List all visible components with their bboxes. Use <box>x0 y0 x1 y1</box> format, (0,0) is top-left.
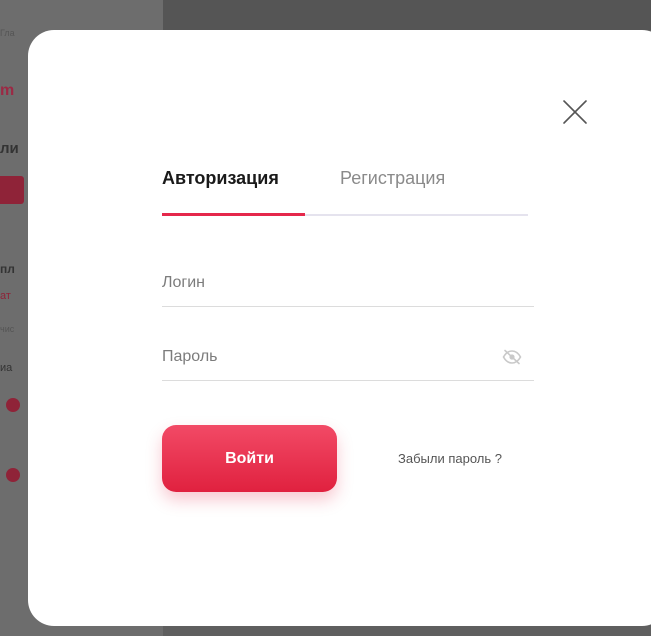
close-icon <box>563 100 587 124</box>
background-fragment: пл <box>0 262 15 276</box>
tab-active-indicator <box>162 213 305 216</box>
background-fragment: Гла <box>0 28 15 38</box>
auth-tabs: Авторизация Регистрация <box>162 160 528 216</box>
background-fragment: m <box>0 82 15 99</box>
background-fragment: чис <box>0 324 15 334</box>
background-dot <box>6 398 20 412</box>
background-fragment: ат <box>0 290 11 302</box>
background-fragment: иа <box>0 362 13 374</box>
password-field <box>162 336 534 381</box>
auth-modal <box>28 30 651 626</box>
background-dot <box>6 468 20 482</box>
login-field <box>162 262 534 307</box>
tab-login[interactable]: Авторизация <box>162 168 279 189</box>
background-fragment: ли <box>0 140 19 157</box>
login-button[interactable]: Войти <box>162 425 337 492</box>
close-button[interactable] <box>561 98 589 126</box>
forgot-password-link[interactable]: Забыли пароль ? <box>398 451 502 466</box>
login-input[interactable] <box>162 262 492 304</box>
background-header <box>163 0 651 30</box>
password-input[interactable] <box>162 336 492 378</box>
background-button-fragment <box>0 176 24 204</box>
eye-off-icon[interactable] <box>502 349 522 365</box>
tab-register[interactable]: Регистрация <box>340 168 445 189</box>
